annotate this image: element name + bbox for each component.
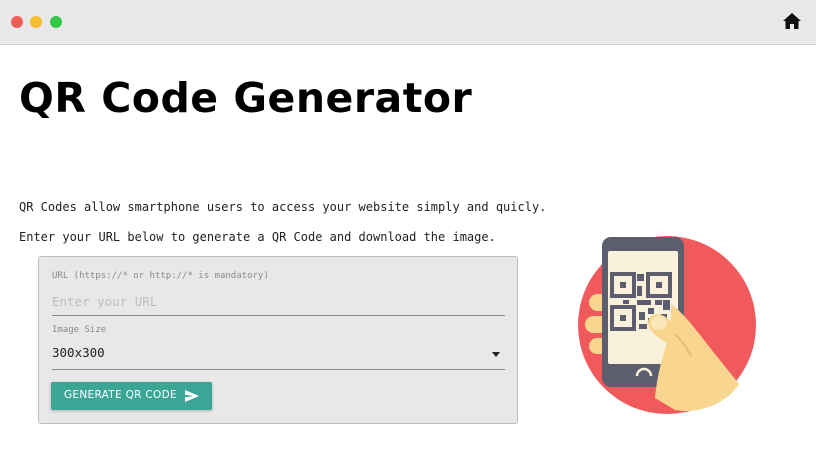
phone-qr-code-illustration bbox=[575, 234, 759, 414]
generate-button-label: GENERATE QR CODE bbox=[64, 389, 177, 401]
intro-text-line-1: QR Codes allow smartphone users to acces… bbox=[19, 200, 547, 214]
qr-form-card: URL (https://* or http://* is mandatory)… bbox=[38, 256, 518, 424]
close-window-button[interactable] bbox=[11, 16, 23, 28]
url-input[interactable] bbox=[52, 288, 505, 316]
image-size-value: 300x300 bbox=[52, 345, 105, 360]
page-title: QR Code Generator bbox=[19, 74, 473, 122]
window-titlebar bbox=[0, 0, 816, 45]
maximize-window-button[interactable] bbox=[50, 16, 62, 28]
send-icon bbox=[185, 390, 199, 402]
generate-qr-code-button[interactable]: GENERATE QR CODE bbox=[51, 382, 212, 410]
url-field-label: URL (https://* or http://* is mandatory) bbox=[52, 271, 269, 281]
dropdown-caret-icon bbox=[492, 352, 500, 357]
image-size-label: Image Size bbox=[52, 325, 107, 335]
intro-text-line-2: Enter your URL below to generate a QR Co… bbox=[19, 230, 496, 244]
image-size-select[interactable]: 300x300 bbox=[52, 341, 505, 370]
home-icon[interactable] bbox=[782, 11, 802, 31]
minimize-window-button[interactable] bbox=[30, 16, 42, 28]
